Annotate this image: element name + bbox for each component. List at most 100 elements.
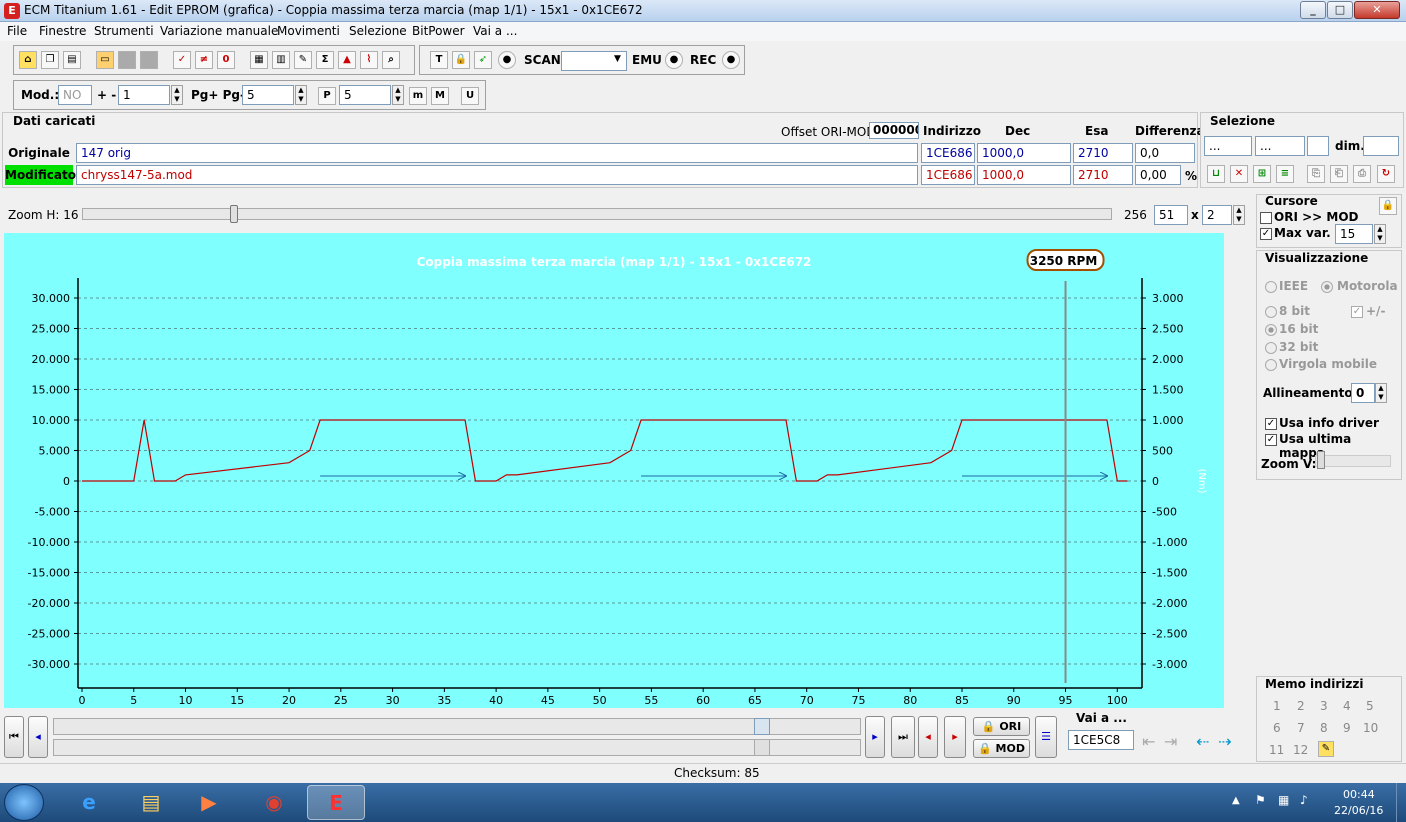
scrollbar-top-thumb[interactable] xyxy=(754,718,770,735)
originale-diff-field[interactable]: 0,0 xyxy=(1135,143,1195,163)
memo-5[interactable]: 5 xyxy=(1366,699,1374,713)
zoom-value-field[interactable]: 51 xyxy=(1154,205,1188,225)
save-icon[interactable] xyxy=(118,51,136,69)
rec-record-icon[interactable]: ● xyxy=(722,51,740,69)
modificato-dec-field[interactable]: 1000,0 xyxy=(977,165,1071,185)
dim-field[interactable] xyxy=(1363,136,1399,156)
plusminus-field[interactable]: 1 xyxy=(118,85,170,105)
menu-variazione-manuale[interactable]: Variazione manuale xyxy=(160,24,278,38)
memo-3[interactable]: 3 xyxy=(1320,699,1328,713)
ecm-titanium-icon[interactable]: E xyxy=(307,785,365,820)
ieee-radio[interactable] xyxy=(1265,281,1277,293)
first-button[interactable]: ⏮ xyxy=(4,716,24,758)
memo-2[interactable]: 2 xyxy=(1297,699,1305,713)
save-as-icon[interactable] xyxy=(140,51,158,69)
maxvar-field[interactable]: 15 xyxy=(1335,224,1373,244)
originale-file-field[interactable]: 147 orig xyxy=(76,143,918,163)
memo-1[interactable]: 1 xyxy=(1273,699,1281,713)
compare-icon[interactable]: ≠ xyxy=(195,51,213,69)
prev-button[interactable]: ◂ xyxy=(28,716,48,758)
graph-icon[interactable]: ⌇ xyxy=(360,51,378,69)
windows-icon[interactable]: ❐ xyxy=(41,51,59,69)
originale-indirizzo-field[interactable]: 1CE686 xyxy=(921,143,975,163)
shapes-icon[interactable]: ▲ xyxy=(338,51,356,69)
select-cross-icon[interactable]: ✕ xyxy=(1230,165,1248,183)
paste-icon[interactable]: ⎗ xyxy=(1330,165,1348,183)
minimize-button[interactable]: _ xyxy=(1300,1,1326,19)
chrome-icon[interactable]: ◉ xyxy=(245,785,303,820)
menu-selezione[interactable]: Selezione xyxy=(349,24,407,38)
flag-button[interactable]: ☰ xyxy=(1035,716,1057,758)
zoom-mult-stepper[interactable]: ▲ ▼ xyxy=(1233,205,1245,225)
menu-movimenti[interactable]: Movimenti xyxy=(277,24,340,38)
memo-6[interactable]: 6 xyxy=(1273,721,1281,735)
M-icon[interactable]: M xyxy=(431,87,449,105)
open-folder-icon[interactable]: ▭ xyxy=(96,51,114,69)
memo-save-icon[interactable]: ✎ xyxy=(1318,741,1334,757)
mod-field[interactable]: NO xyxy=(58,85,92,105)
paste-special-icon[interactable]: ⎙ xyxy=(1353,165,1371,183)
p-icon[interactable]: P xyxy=(318,87,336,105)
memo-11[interactable]: 11 xyxy=(1269,743,1284,757)
virgola-radio[interactable] xyxy=(1265,359,1277,371)
p-stepper[interactable]: ▲ ▼ xyxy=(392,85,404,105)
text-icon[interactable]: T xyxy=(430,51,448,69)
calculator-icon[interactable]: ▥ xyxy=(272,51,290,69)
menu-finestre[interactable]: Finestre xyxy=(39,24,86,38)
allineamento-field[interactable]: 0 xyxy=(1351,383,1375,403)
zoom-v-slider[interactable] xyxy=(1315,455,1391,467)
originale-dec-field[interactable]: 1000,0 xyxy=(977,143,1071,163)
allineamento-stepper[interactable]: ▲ ▼ xyxy=(1375,383,1387,403)
modificato-esa-field[interactable]: 2710 xyxy=(1073,165,1133,185)
vai-a-field[interactable]: 1CE5C8 xyxy=(1068,730,1134,750)
m-icon[interactable]: m xyxy=(409,87,427,105)
zero-icon[interactable]: 0 xyxy=(217,51,235,69)
menu-vai-a[interactable]: Vai a ... xyxy=(473,24,517,38)
32bit-radio[interactable] xyxy=(1265,342,1277,354)
menu-file[interactable]: File xyxy=(7,24,27,38)
pg-field[interactable]: 5 xyxy=(242,85,294,105)
memo-12[interactable]: 12 xyxy=(1293,743,1308,757)
network-icon[interactable]: ▦ xyxy=(1278,793,1289,807)
maximize-button[interactable]: □ xyxy=(1327,1,1353,19)
offset-field[interactable]: 000000 xyxy=(869,122,919,139)
flag-tray-icon[interactable]: ⚑ xyxy=(1255,793,1266,807)
menu-strumenti[interactable]: Strumenti xyxy=(94,24,154,38)
scrollbar-bottom-thumb[interactable] xyxy=(754,739,770,756)
select-start-icon[interactable]: ⊔ xyxy=(1207,165,1225,183)
ori-button[interactable]: 🔒 ORI xyxy=(973,717,1030,736)
memo-10[interactable]: 10 xyxy=(1363,721,1378,735)
close-button[interactable]: ✕ xyxy=(1354,1,1400,19)
edit-icon[interactable]: ✎ xyxy=(294,51,312,69)
run-icon[interactable]: ➶ xyxy=(474,51,492,69)
memo-9[interactable]: 9 xyxy=(1343,721,1351,735)
memo-back-icon[interactable]: ⇠ xyxy=(1196,732,1209,751)
volume-icon[interactable]: ♪ xyxy=(1300,793,1308,807)
page-icon[interactable]: ▤ xyxy=(63,51,81,69)
memo-8[interactable]: 8 xyxy=(1320,721,1328,735)
cursor-lock-icon[interactable]: 🔒 xyxy=(1379,197,1397,215)
zoom-mult-field[interactable]: 2 xyxy=(1202,205,1232,225)
zoom-v-slider-thumb[interactable] xyxy=(1317,451,1325,469)
next-map-button[interactable]: ▸ xyxy=(944,716,966,758)
driver-icon[interactable]: ▦ xyxy=(250,51,268,69)
maxvar-checkbox[interactable]: ✓ xyxy=(1260,228,1272,240)
usa-info-checkbox[interactable]: ✓ xyxy=(1265,418,1277,430)
modificato-indirizzo-field[interactable]: 1CE686 xyxy=(921,165,975,185)
motorola-radio[interactable] xyxy=(1321,281,1333,293)
u-icon[interactable]: U xyxy=(461,87,479,105)
selezione-field-1[interactable]: ... xyxy=(1204,136,1252,156)
select-plus-icon[interactable]: ⊞ xyxy=(1253,165,1271,183)
start-button[interactable] xyxy=(4,784,44,821)
media-icon[interactable]: ▶ xyxy=(180,785,238,820)
memo-forward-icon[interactable]: ⇢ xyxy=(1218,732,1231,751)
prev-map-button[interactable]: ◂ xyxy=(918,716,938,758)
menu-bitpower[interactable]: BitPower xyxy=(412,24,465,38)
mod-button[interactable]: 🔒 MOD xyxy=(973,739,1030,758)
16bit-radio[interactable] xyxy=(1265,324,1277,336)
modificato-diff-field[interactable]: 0,00 xyxy=(1135,165,1181,185)
select-end-icon[interactable]: ≡ xyxy=(1276,165,1294,183)
plusminus-checkbox[interactable]: ✓ xyxy=(1351,306,1363,318)
originale-esa-field[interactable]: 2710 xyxy=(1073,143,1133,163)
scrollbar-top[interactable] xyxy=(53,718,861,735)
